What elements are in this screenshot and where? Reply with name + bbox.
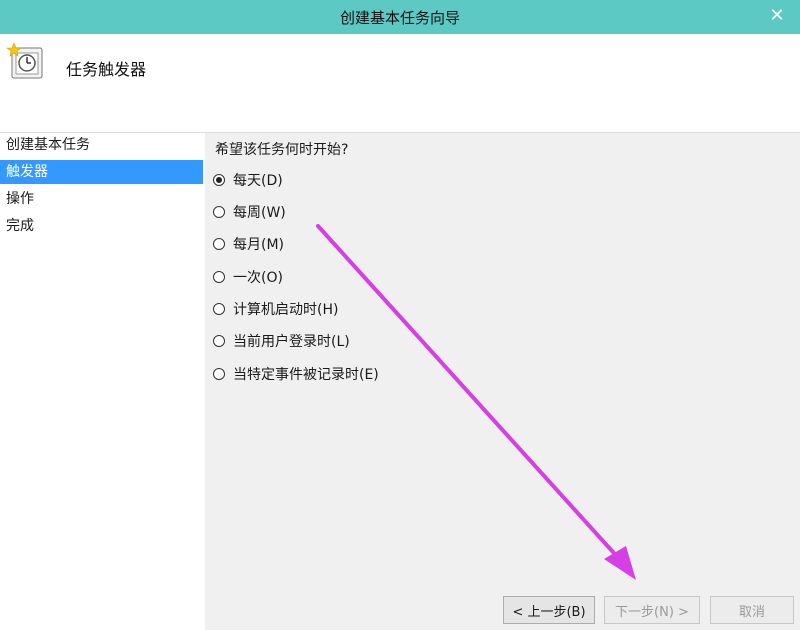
title-bar: 创建基本任务向导 ✕	[0, 0, 800, 34]
radio-daily[interactable]	[213, 174, 225, 186]
option-user-logon[interactable]: 当前用户登录时(L)	[213, 331, 350, 351]
nav-item-create-basic-task[interactable]: 创建基本任务	[0, 133, 203, 157]
option-daily[interactable]: 每天(D)	[213, 170, 283, 190]
cancel-button[interactable]: 取消	[710, 596, 794, 624]
option-computer-startup[interactable]: 计算机启动时(H)	[213, 299, 338, 319]
page-heading: 任务触发器	[66, 60, 147, 79]
task-scheduler-icon	[6, 42, 43, 79]
next-button[interactable]: 下一步(N) >	[604, 596, 700, 624]
window-title: 创建基本任务向导	[339, 8, 460, 27]
option-label: 每周(W)	[233, 205, 286, 221]
radio-monthly[interactable]	[213, 238, 225, 250]
nav-item-trigger[interactable]: 触发器	[0, 160, 203, 184]
wizard-header: 任务触发器	[0, 34, 800, 132]
option-label: 计算机启动时(H)	[233, 302, 339, 318]
option-label: 每月(M)	[233, 237, 285, 253]
option-label: 当前用户登录时(L)	[233, 334, 350, 350]
nav-item-action[interactable]: 操作	[0, 187, 203, 211]
option-once[interactable]: 一次(O)	[213, 267, 283, 287]
radio-event-logged[interactable]	[213, 368, 225, 380]
option-weekly[interactable]: 每周(W)	[213, 202, 286, 222]
nav-item-finish[interactable]: 完成	[0, 214, 203, 238]
option-event-logged[interactable]: 当特定事件被记录时(E)	[213, 364, 379, 384]
back-button[interactable]: < 上一步(B)	[503, 596, 595, 624]
radio-computer-startup[interactable]	[213, 303, 225, 315]
option-label: 每天(D)	[233, 173, 283, 189]
radio-user-logon[interactable]	[213, 335, 225, 347]
option-label: 当特定事件被记录时(E)	[233, 367, 379, 383]
option-label: 一次(O)	[233, 270, 283, 286]
trigger-question: 希望该任务何时开始?	[215, 142, 349, 158]
radio-once[interactable]	[213, 271, 225, 283]
trigger-panel: 希望该任务何时开始? 每天(D) 每周(W) 每月(M) 一次(O) 计算机启动…	[205, 133, 800, 630]
option-monthly[interactable]: 每月(M)	[213, 234, 284, 254]
wizard-steps-nav: 创建基本任务 触发器 操作 完成	[0, 133, 205, 630]
close-icon[interactable]: ✕	[754, 0, 800, 30]
radio-weekly[interactable]	[213, 206, 225, 218]
